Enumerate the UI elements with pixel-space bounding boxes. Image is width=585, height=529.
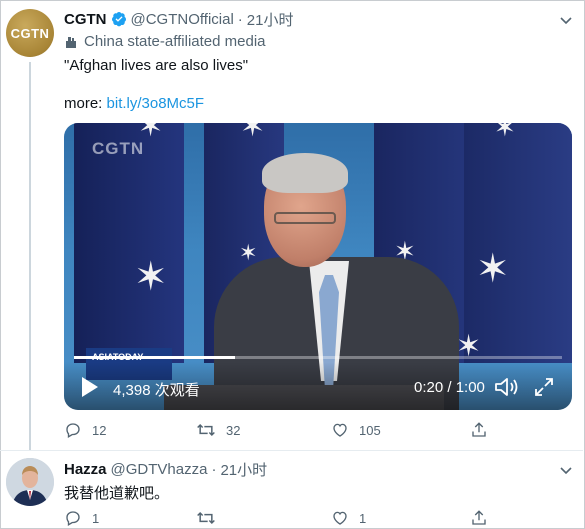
state-affiliated-label[interactable]: China state-affiliated media xyxy=(64,33,266,50)
reply-button[interactable]: 12 xyxy=(64,421,106,439)
video-progress-fill xyxy=(74,356,236,359)
video-timecode: 0:20 / 1:00 xyxy=(414,379,485,396)
speaker-glasses xyxy=(274,212,336,224)
retweet-icon xyxy=(197,511,215,525)
heart-icon xyxy=(333,423,347,437)
tweet-divider xyxy=(0,450,583,451)
affiliation-text: China state-affiliated media xyxy=(84,33,266,50)
like-button[interactable]: 105 xyxy=(331,421,381,439)
retweet-button[interactable] xyxy=(196,509,226,527)
tweet-actions: 12 32 105 xyxy=(64,421,564,441)
person-portrait-icon xyxy=(6,458,54,506)
separator-dot: · xyxy=(211,460,217,478)
media-flag-icon xyxy=(66,36,76,48)
volume-icon[interactable] xyxy=(494,376,520,398)
play-icon[interactable] xyxy=(81,376,99,398)
cgtn-avatar[interactable]: CGTN xyxy=(6,9,54,57)
display-name[interactable]: Hazza xyxy=(64,461,107,478)
shortened-link[interactable]: bit.ly/3o8Mc5F xyxy=(107,95,205,112)
share-icon xyxy=(472,422,486,437)
avatar-logo-text: CGTN xyxy=(10,25,50,41)
flag-star: ✶ xyxy=(134,255,168,299)
fullscreen-icon[interactable] xyxy=(534,377,554,397)
view-count: 4,398 次观看 xyxy=(113,382,200,399)
flag-star: ✶ xyxy=(240,123,266,143)
flag-star: ✶ xyxy=(476,247,510,291)
retweet-icon xyxy=(197,423,215,437)
channel-watermark: CGTN xyxy=(92,139,145,158)
more-options-chevron-icon[interactable] xyxy=(560,12,572,30)
video-player[interactable]: ✶ ✶ ✶ ✶ ✶ ✶ ✶ ✶ CGTN ASIATODAY 4,398 次观看… xyxy=(64,123,572,410)
tweet-text: "Afghan lives are also lives" xyxy=(64,57,249,74)
user-handle[interactable]: @CGTNOfficial xyxy=(131,11,234,28)
tweet-header: CGTN @CGTNOfficial · 21小时 xyxy=(64,9,293,29)
reply-icon xyxy=(66,423,80,438)
user-handle[interactable]: @GDTVhazza xyxy=(111,461,208,478)
reply-count: 1 xyxy=(92,510,100,526)
display-name[interactable]: CGTN xyxy=(64,11,107,28)
tweet-timestamp[interactable]: 21小时 xyxy=(220,459,267,480)
hazza-avatar[interactable] xyxy=(6,458,54,506)
video-progress-bar[interactable] xyxy=(74,356,562,359)
retweet-count: 32 xyxy=(226,422,241,438)
reply-actions: 1 1 xyxy=(64,509,564,529)
flag-backdrop xyxy=(74,123,184,363)
reply-header: Hazza @GDTVhazza · 21小时 xyxy=(64,459,267,479)
flag-star: ✶ xyxy=(456,330,482,363)
tweet-timestamp[interactable]: 21小时 xyxy=(247,9,294,30)
share-button[interactable] xyxy=(470,509,488,527)
speaker-hair xyxy=(262,153,348,193)
more-options-chevron-icon[interactable] xyxy=(560,462,572,480)
like-count: 105 xyxy=(359,422,381,438)
like-button[interactable]: 1 xyxy=(331,509,366,527)
heart-icon xyxy=(333,511,347,525)
verified-badge-icon xyxy=(111,12,126,27)
reply-text: 我替他道歉吧。 xyxy=(64,485,170,502)
like-count: 1 xyxy=(359,510,367,526)
reply-count: 12 xyxy=(92,422,107,438)
share-button[interactable] xyxy=(470,421,488,439)
reply-icon xyxy=(66,511,80,526)
more-line: more: bit.ly/3o8Mc5F xyxy=(64,95,204,112)
separator-dot: · xyxy=(237,10,243,28)
reply-button[interactable]: 1 xyxy=(64,509,99,527)
flag-star: ✶ xyxy=(494,123,516,142)
thread-connector-line xyxy=(29,62,31,450)
retweet-button[interactable]: 32 xyxy=(196,421,240,439)
more-prefix: more: xyxy=(64,95,107,112)
share-icon xyxy=(472,510,486,525)
